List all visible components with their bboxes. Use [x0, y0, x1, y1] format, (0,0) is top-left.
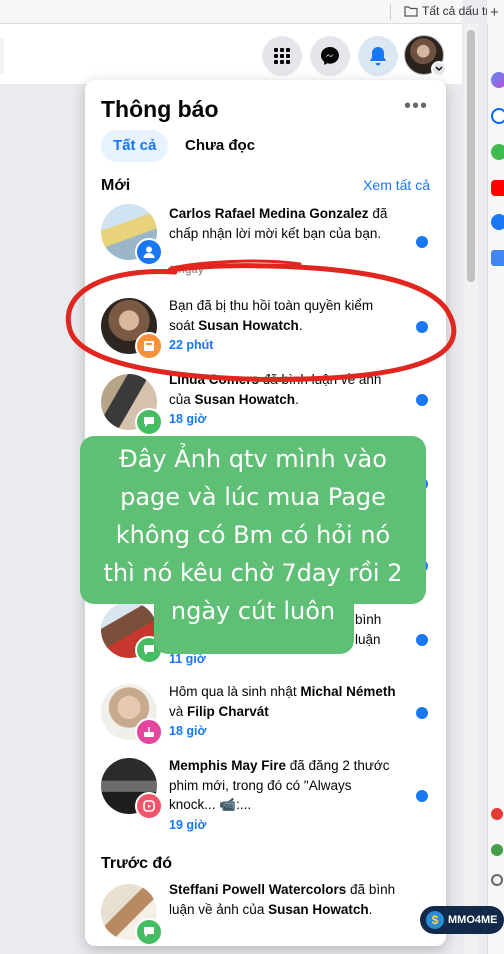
avatar [101, 684, 163, 746]
dollar-coin-icon: $ [426, 911, 444, 929]
watermark-text: MMO4ME [448, 914, 498, 926]
add-tab-icon[interactable]: + [490, 4, 499, 21]
birthday-badge-icon [135, 718, 163, 746]
browser-sidebar-top: + [487, 0, 504, 24]
notification-item[interactable]: Linda Comers đã bình luận về ảnh của Sus… [85, 370, 446, 440]
unread-dot [416, 236, 428, 248]
unread-dot [416, 790, 428, 802]
notification-time: 1 ngày [169, 264, 204, 276]
notification-time: 18 giờ [169, 412, 207, 426]
translate-app-icon[interactable] [491, 250, 504, 266]
annotation-note-text: Đây Ảnh qtv mình vào page và lúc mua Pag… [103, 445, 403, 625]
unread-dot [416, 707, 428, 719]
notification-text: Carlos Rafael Medina Gonzalez đã chấp nh… [169, 206, 388, 241]
grid-menu-icon [274, 48, 290, 64]
youtube-app-icon[interactable] [491, 180, 504, 196]
notification-text: Hôm qua là sinh nhật Michal Németh và Fi… [169, 684, 396, 719]
messenger-button[interactable] [310, 36, 350, 76]
messenger-icon [321, 47, 339, 65]
notification-time: 22 phút [169, 338, 214, 352]
notification-item[interactable]: Memphis May Fire đã đăng 2 thước phim mớ… [85, 754, 446, 844]
page-badge-icon [135, 332, 163, 360]
panel-title: Thông báo [101, 96, 219, 122]
notification-item[interactable]: Bạn đã bị thu hồi toàn quyền kiểm soát S… [85, 290, 446, 360]
comment-badge-icon [135, 408, 163, 436]
avatar [101, 374, 163, 436]
folder-icon [404, 6, 418, 17]
browser-sidebar [487, 24, 504, 954]
game-app-icon[interactable] [491, 144, 504, 160]
messenger-app-icon[interactable] [491, 72, 504, 88]
unread-dot [416, 634, 428, 646]
extension-icon-2[interactable] [491, 844, 503, 856]
notification-text: Linda Comers đã bình luận về ảnh của Sus… [169, 372, 382, 407]
extension-icon[interactable] [491, 808, 503, 820]
chevron-down-icon [431, 61, 447, 77]
tab-all[interactable]: Tất cả [101, 130, 169, 162]
comment-badge-icon [135, 918, 163, 946]
avatar [101, 204, 163, 266]
notification-text: Bạn đã bị thu hồi toàn quyền kiểm soát S… [169, 298, 374, 333]
notifications-button[interactable] [358, 36, 398, 76]
notification-text: Steffani Powell Watercolors đã bình luận… [169, 882, 396, 917]
avatar [101, 758, 163, 820]
profile-avatar-button[interactable] [404, 35, 447, 77]
reels-badge-icon [135, 792, 163, 820]
bookmarks-bar: Tất cả dấu tran [0, 0, 503, 24]
bookmark-separator [390, 4, 391, 20]
unread-dot [416, 394, 428, 406]
unread-dot [416, 321, 428, 333]
notification-time: 19 giờ [169, 818, 207, 832]
notification-text: Memphis May Fire đã đăng 2 thước phim mớ… [169, 758, 390, 812]
see-all-link[interactable]: Xem tất cả [363, 177, 430, 193]
avatar [101, 298, 163, 360]
avatar [101, 884, 163, 946]
notification-time: 18 giờ [169, 724, 207, 738]
notification-time: 11 giờ [169, 652, 206, 666]
notification-item[interactable]: Carlos Rafael Medina Gonzalez đã chấp nh… [85, 200, 446, 278]
history-icon[interactable] [491, 874, 503, 886]
bell-icon [370, 47, 386, 66]
notification-item[interactable]: Hôm qua là sinh nhật Michal Németh và Fi… [85, 680, 446, 750]
facebook-app-icon[interactable] [491, 214, 504, 230]
more-options-button[interactable]: ••• [404, 95, 428, 118]
page-scrollbar-thumb[interactable] [467, 30, 475, 282]
section-new-heading: Mới [101, 177, 131, 194]
notification-item[interactable]: Steffani Powell Watercolors đã bình luận… [85, 880, 446, 946]
section-earlier-heading: Trước đó [101, 855, 172, 872]
menu-button[interactable] [262, 36, 302, 76]
friend-badge-icon [135, 238, 163, 266]
watermark-logo: $ MMO4ME [420, 906, 504, 934]
zalo-app-icon[interactable] [491, 108, 504, 124]
search-stub[interactable] [0, 38, 4, 74]
tab-unread[interactable]: Chưa đọc [173, 130, 267, 162]
facebook-topbar [0, 24, 462, 84]
